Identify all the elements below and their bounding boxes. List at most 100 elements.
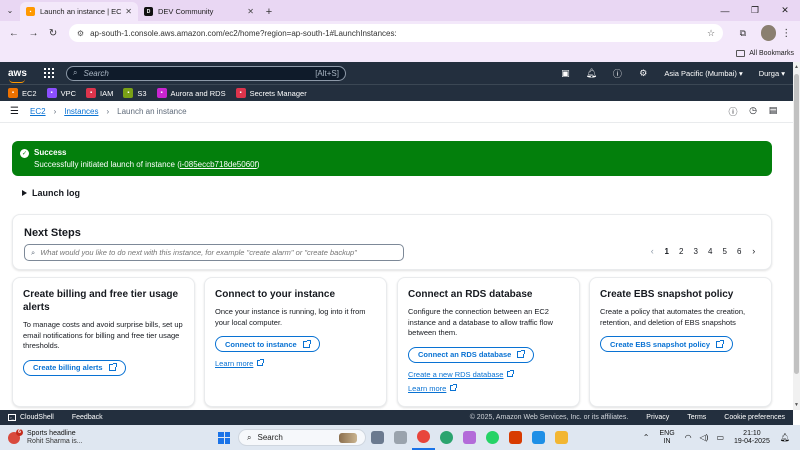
next-page-icon[interactable]: ›: [747, 246, 762, 256]
aws-search-input[interactable]: ⌕ Search [Alt+S]: [66, 65, 346, 81]
profile-avatar[interactable]: [760, 25, 777, 41]
scrollbar-thumb[interactable]: [794, 74, 799, 374]
page-3[interactable]: 3: [689, 247, 704, 256]
service-ec2[interactable]: ▪ EC2: [8, 88, 37, 98]
close-icon[interactable]: ✕: [125, 7, 132, 16]
feedback-link[interactable]: Feedback: [72, 414, 103, 421]
flash-title: Success: [34, 148, 67, 157]
notifications-bell-icon[interactable]: 🔔︎: [578, 68, 604, 79]
clock[interactable]: 21:10 19-04-2025: [734, 430, 770, 446]
account-menu[interactable]: Durga ▾: [759, 69, 785, 78]
create-rds-database-link[interactable]: Create a new RDS database: [408, 369, 569, 379]
terms-link[interactable]: Terms: [687, 414, 706, 421]
launch-log-toggle[interactable]: Launch log: [22, 188, 80, 198]
file-explorer-icon[interactable]: [389, 425, 412, 450]
service-iam[interactable]: ▪ IAM: [86, 88, 113, 98]
service-secrets-manager[interactable]: ▪ Secrets Manager: [235, 88, 307, 98]
url-text: ap-south-1.console.aws.amazon.com/ec2/ho…: [90, 28, 397, 38]
breadcrumb-instances[interactable]: Instances: [64, 107, 98, 116]
caret-right-icon: [22, 190, 27, 196]
vscode-icon[interactable]: [527, 425, 550, 450]
news-widget[interactable]: 6 Sports headline Rohit Sharma is...: [8, 428, 148, 446]
card-title: Create EBS snapshot policy: [600, 289, 734, 300]
close-icon[interactable]: ✕: [247, 7, 254, 16]
cloudshell-icon[interactable]: ▣: [552, 68, 578, 79]
service-aurora-rds[interactable]: ▪ Aurora and RDS: [156, 88, 226, 98]
aws-favicon-icon: ▪: [26, 7, 35, 16]
cloudshell-button[interactable]: ›_ CloudShell: [8, 414, 54, 421]
bookmark-star-icon[interactable]: ☆: [707, 28, 715, 39]
connect-rds-database-button[interactable]: Connect an RDS database: [408, 346, 535, 363]
region-selector[interactable]: Asia Pacific (Mumbai) ▾: [664, 69, 742, 78]
connect-to-instance-button[interactable]: Connect to instance: [215, 336, 320, 352]
windows-taskbar: 6 Sports headline Rohit Sharma is... ⌕ S…: [0, 425, 800, 450]
language-indicator[interactable]: ENG IN: [659, 430, 674, 446]
wifi-icon[interactable]: ◠: [685, 433, 692, 442]
copilot-icon[interactable]: [458, 425, 481, 450]
next-steps-search-input[interactable]: [40, 248, 397, 257]
address-bar[interactable]: ⚙ ap-south-1.console.aws.amazon.com/ec2/…: [68, 24, 724, 42]
tab-dev-community[interactable]: D DEV Community ✕: [138, 2, 260, 21]
tab-ec2-launch[interactable]: ▪ Launch an instance | EC2 | ap-s ✕: [20, 2, 138, 21]
windows-start-icon[interactable]: [218, 431, 230, 444]
close-window-icon[interactable]: ✕: [770, 0, 800, 21]
folder-icon[interactable]: [550, 425, 573, 450]
hamburger-menu-icon[interactable]: ☰: [10, 106, 20, 117]
services-grid-icon[interactable]: [44, 68, 54, 78]
chrome-icon[interactable]: [412, 425, 435, 450]
office-icon[interactable]: [504, 425, 527, 450]
create-billing-alerts-button[interactable]: Create billing alerts: [23, 359, 126, 376]
clock-icon[interactable]: ◷: [743, 105, 763, 118]
chevron-up-icon[interactable]: ⌃: [643, 433, 650, 442]
volume-icon[interactable]: ◁): [700, 433, 709, 442]
create-ebs-snapshot-policy-button[interactable]: Create EBS snapshot policy: [600, 336, 734, 352]
scroll-down-icon[interactable]: ▼: [794, 402, 799, 408]
service-s3[interactable]: ▪ S3: [123, 88, 147, 98]
page-2[interactable]: 2: [674, 247, 689, 256]
help-icon[interactable]: ⓘ: [604, 67, 630, 80]
site-info-icon[interactable]: ⚙: [77, 29, 84, 38]
feedback-icon[interactable]: ▤: [763, 105, 783, 118]
cookie-preferences-link[interactable]: Cookie preferences: [724, 414, 785, 421]
page-5[interactable]: 5: [718, 247, 733, 256]
scroll-up-icon[interactable]: ▲: [794, 64, 799, 70]
privacy-link[interactable]: Privacy: [646, 414, 669, 421]
all-bookmarks-link[interactable]: All Bookmarks: [749, 50, 794, 57]
extensions-icon[interactable]: ⧉: [733, 28, 753, 39]
page-1[interactable]: 1: [660, 247, 675, 256]
forward-icon[interactable]: →: [24, 28, 44, 39]
minimize-icon[interactable]: —: [710, 0, 740, 21]
aws-logo[interactable]: aws: [8, 68, 30, 83]
battery-icon[interactable]: ▭: [716, 433, 724, 442]
learn-more-link[interactable]: Learn more: [408, 383, 569, 393]
task-view-icon[interactable]: [366, 425, 389, 450]
card-ebs-snapshot: Create EBS snapshot policy Create a poli…: [589, 277, 772, 407]
new-tab-button[interactable]: +: [260, 2, 278, 21]
tab-search-icon[interactable]: ⌄: [0, 0, 20, 21]
reload-icon[interactable]: ↻: [43, 28, 63, 39]
tab-title: DEV Community: [158, 7, 214, 16]
page-scrollbar[interactable]: ▲ ▼: [793, 62, 800, 410]
news-icon: 6: [8, 428, 23, 444]
page-6[interactable]: 6: [732, 247, 747, 256]
taskbar-search[interactable]: ⌕ Search: [238, 429, 366, 446]
maximize-icon[interactable]: ❐: [740, 0, 770, 21]
search-placeholder: Search: [83, 68, 109, 78]
external-link-icon: [450, 383, 458, 391]
settings-gear-icon[interactable]: ⚙: [630, 68, 656, 79]
prev-page-icon[interactable]: ‹: [645, 246, 660, 256]
service-vpc[interactable]: ▪ VPC: [46, 88, 76, 98]
page-4[interactable]: 4: [703, 247, 718, 256]
instance-id-link[interactable]: i-085eccb718de5060f: [180, 160, 257, 169]
chevron-right-icon: ›: [106, 107, 110, 116]
menu-dots-icon[interactable]: ⋮: [776, 28, 796, 39]
info-icon[interactable]: ⓘ: [723, 105, 743, 118]
back-icon[interactable]: ←: [4, 28, 24, 39]
whatsapp-icon[interactable]: [481, 425, 504, 450]
breadcrumb-ec2[interactable]: EC2: [30, 107, 46, 116]
learn-more-link[interactable]: Learn more: [215, 359, 376, 368]
card-description: Once your instance is running, log into …: [215, 307, 366, 327]
notification-bell-icon[interactable]: 🔔︎: [780, 433, 790, 442]
next-steps-search[interactable]: ⌕: [24, 244, 404, 261]
edge-icon[interactable]: [435, 425, 458, 450]
